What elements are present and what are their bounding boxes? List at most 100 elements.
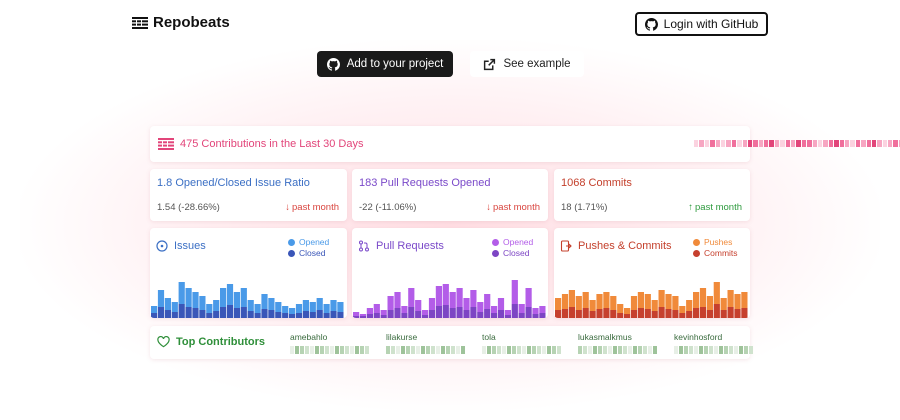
bar-lower (422, 315, 429, 318)
chart-card-issues: Issues Opened Closed (150, 228, 347, 318)
activity-cell (583, 346, 587, 354)
activity-cell (749, 346, 753, 354)
heatmap-cell (801, 140, 807, 147)
activity-cell (492, 346, 496, 354)
bar-lower (442, 305, 449, 318)
activity-cell (330, 346, 334, 354)
activity-cell (694, 346, 698, 354)
heatmap-cell (726, 140, 731, 147)
bar-lower (380, 315, 387, 318)
bar-upper (254, 304, 261, 313)
bar-lower (157, 307, 165, 318)
activity-cell (734, 346, 738, 354)
heatmap-cell (699, 140, 704, 147)
heatmap-cell (893, 140, 898, 147)
contributor[interactable]: amebahlo (290, 332, 369, 354)
contributor[interactable]: kevinhosford (674, 332, 753, 354)
bar-lower (693, 308, 700, 318)
bar-lower (302, 311, 309, 318)
bar-lower (610, 310, 617, 318)
activity-cell (593, 346, 597, 354)
bar-upper (734, 294, 741, 309)
activity-cell (441, 346, 445, 354)
bar-upper (261, 294, 268, 309)
activity-cell (739, 346, 743, 354)
faded-heading (250, 0, 650, 8)
bar-upper (353, 312, 360, 316)
activity-cell (674, 346, 678, 354)
stat-card-issue-ratio: 1.8 Opened/Closed Issue Ratio 1.54 (-28.… (150, 169, 347, 221)
heatmap-cell (780, 140, 785, 147)
heatmap-cell (710, 140, 715, 147)
bar-upper (316, 298, 323, 310)
activity-cell (578, 346, 582, 354)
bar-upper (720, 298, 727, 310)
stat-card-commits: 1068 Commits 18 (1.71%) ↑ past month (554, 169, 750, 221)
heatmap-cell (844, 140, 850, 147)
bar-lower (178, 304, 185, 318)
contributor[interactable]: lilakurse (386, 332, 465, 354)
contributor[interactable]: lukasmalkmus (578, 332, 657, 354)
trend-label: past month (292, 202, 339, 213)
logo-text: Repobeats (153, 14, 230, 31)
activity-cell (724, 346, 728, 354)
pushes-commits-bar-chart (555, 282, 748, 318)
bar-upper (268, 298, 275, 310)
heatmap-cell (791, 140, 796, 147)
bar-upper (359, 314, 367, 316)
heatmap-cell (785, 140, 791, 147)
repobeats-logo-icon (132, 16, 148, 29)
bar-lower (525, 307, 532, 318)
bar-lower (394, 308, 401, 318)
contributor[interactable]: tola (482, 332, 561, 354)
bar-upper (366, 308, 373, 314)
bar-upper (706, 296, 713, 310)
activity-cell (300, 346, 304, 354)
bar-upper (651, 300, 658, 311)
bar-lower (491, 313, 498, 318)
stat-trend: ↓ past month (486, 202, 540, 213)
activity-cell (451, 346, 455, 354)
bar-upper (699, 288, 707, 307)
see-example-button[interactable]: See example (470, 51, 584, 77)
bar-upper (213, 300, 220, 311)
activity-cell (512, 346, 516, 354)
activity-cell (320, 346, 324, 354)
bar-upper (401, 306, 408, 313)
bar-lower (323, 313, 330, 318)
login-github-button[interactable]: Login with GitHub (635, 12, 768, 36)
activity-cell (618, 346, 622, 354)
activity-cell (406, 346, 410, 354)
logo[interactable]: Repobeats (132, 14, 230, 31)
top-contributors-card: Top Contributors amebahlo lilakurse tola… (150, 326, 753, 359)
arrow-down-icon: ↓ (285, 202, 290, 213)
activity-cell (325, 346, 329, 354)
bar-lower (268, 310, 275, 318)
bar-upper (435, 286, 442, 306)
bar-lower (192, 308, 199, 318)
bar-lower (713, 304, 720, 318)
activity-cell (290, 346, 294, 354)
activity-cell (340, 346, 344, 354)
heatmap-cell (877, 140, 882, 147)
bar-lower (254, 313, 261, 318)
add-to-project-button[interactable]: Add to your project (317, 51, 453, 77)
bar-upper (693, 292, 700, 308)
bar-lower (672, 310, 679, 318)
heatmap-cell (823, 140, 828, 147)
contributor-activity (482, 346, 561, 354)
activity-cell (431, 346, 435, 354)
top-contributors-label: Top Contributors (176, 336, 265, 348)
bar-upper (637, 292, 644, 308)
activity-cell (461, 346, 465, 354)
bar-lower (233, 308, 240, 318)
heatmap-cell (737, 140, 742, 147)
contributor-name: lukasmalkmus (578, 332, 632, 342)
bar-lower (220, 307, 227, 318)
activity-cell (416, 346, 420, 354)
bar-lower (387, 310, 394, 318)
bar-lower (261, 309, 268, 318)
bar-upper (422, 310, 429, 315)
bar-lower (497, 310, 505, 318)
activity-cell (613, 346, 617, 354)
